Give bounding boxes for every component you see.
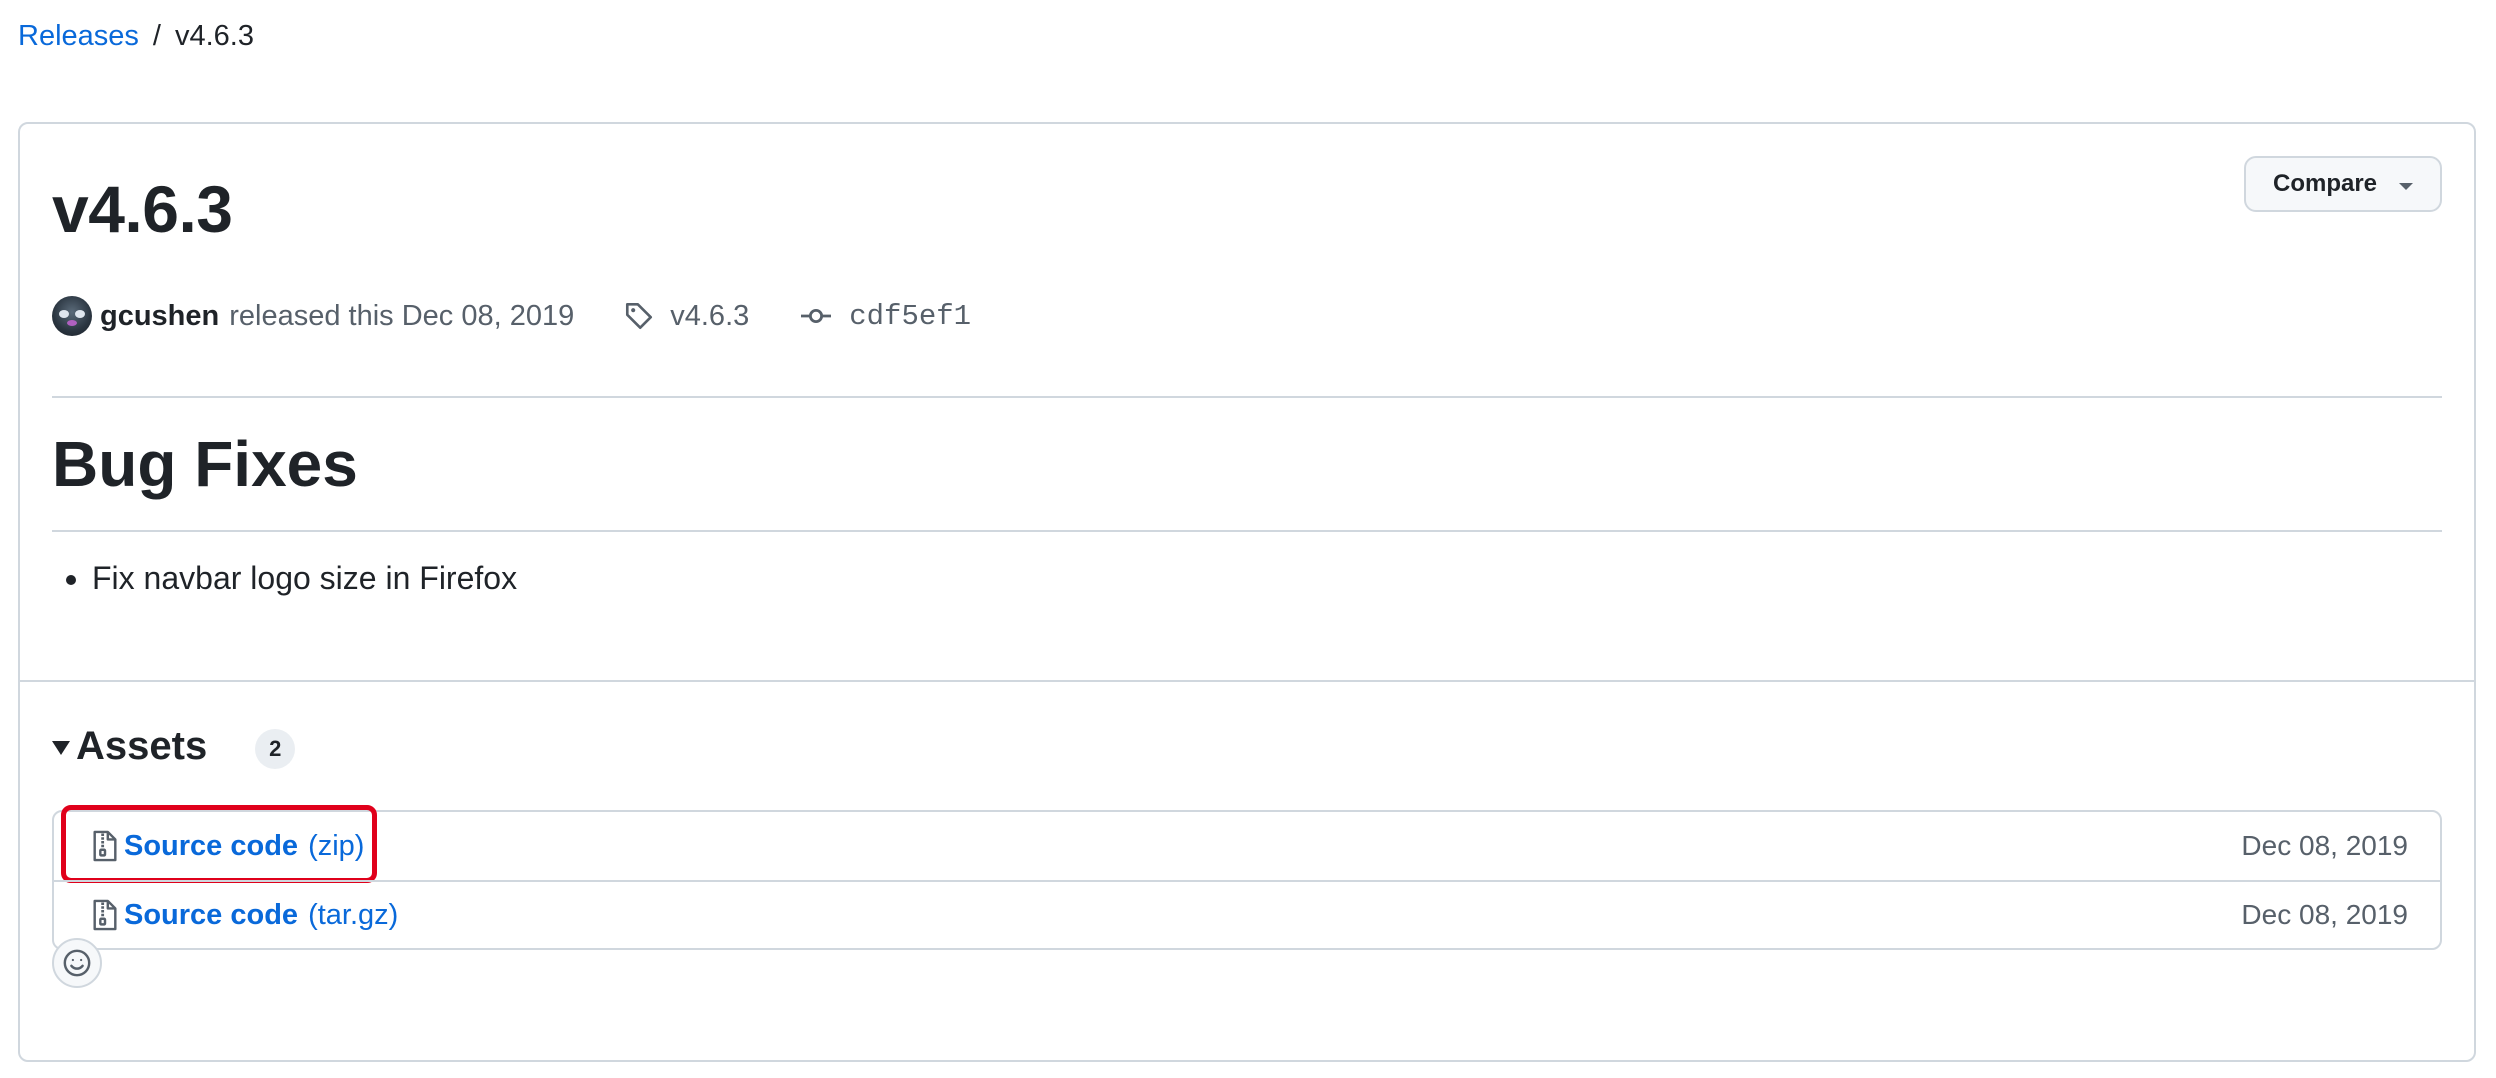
commit-icon xyxy=(799,301,833,331)
release-meta: gcushen released this Dec 08, 2019 v4.6.… xyxy=(52,292,971,340)
breadcrumb-releases-link[interactable]: Releases xyxy=(18,14,139,58)
tag-link[interactable]: v4.6.3 xyxy=(624,300,749,333)
compare-button-label: Compare xyxy=(2272,170,2378,197)
assets-list: Source code (zip) Dec 08, 2019 Source co… xyxy=(52,805,2442,950)
assets-count-badge: 2 xyxy=(255,729,296,769)
asset-row-targz: Source code (tar.gz) Dec 08, 2019 xyxy=(54,880,2440,948)
notes-heading: Bug Fixes xyxy=(52,428,358,500)
assets-toggle[interactable]: Assets 2 xyxy=(52,718,296,774)
file-zip-icon xyxy=(90,898,120,932)
source-code-zip-link[interactable]: Source code (zip) xyxy=(90,829,364,863)
breadcrumb-separator: / xyxy=(152,20,161,52)
caret-down-icon xyxy=(2399,182,2414,190)
asset-name: Source code xyxy=(124,898,299,931)
tag-label: v4.6.3 xyxy=(670,299,750,332)
asset-date: Dec 08, 2019 xyxy=(2241,899,2408,930)
asset-row-zip: Source code (zip) Dec 08, 2019 xyxy=(54,805,2440,883)
commit-link[interactable]: cdf5ef1 xyxy=(799,300,971,333)
release-body: v4.6.3 Compare gcushen released this Dec… xyxy=(20,124,2474,682)
released-date-text: released this Dec 08, 2019 xyxy=(229,299,575,332)
asset-date: Dec 08, 2019 xyxy=(2241,830,2408,861)
triangle-down-icon xyxy=(52,741,70,755)
add-reaction-button[interactable] xyxy=(52,938,102,988)
author-link[interactable]: gcushen xyxy=(100,300,219,333)
breadcrumb: Releases / v4.6.3 xyxy=(18,14,254,58)
heading-divider xyxy=(52,530,2442,532)
notes-list: Fix navbar logo size in Firefox xyxy=(52,554,517,602)
meta-divider xyxy=(52,396,2442,398)
compare-button[interactable]: Compare xyxy=(2244,156,2442,212)
asset-name: Source code xyxy=(124,829,299,862)
release-card: v4.6.3 Compare gcushen released this Dec… xyxy=(18,122,2476,1062)
asset-ext: (zip) xyxy=(308,829,365,862)
list-item: Fix navbar logo size in Firefox xyxy=(92,554,517,602)
breadcrumb-current: v4.6.3 xyxy=(174,20,254,52)
assets-title: Assets xyxy=(76,724,208,768)
asset-ext: (tar.gz) xyxy=(308,898,399,931)
source-code-targz-link[interactable]: Source code (tar.gz) xyxy=(90,898,398,932)
release-title: v4.6.3 xyxy=(52,172,233,246)
file-zip-icon xyxy=(90,829,120,863)
avatar[interactable] xyxy=(52,296,92,336)
tag-icon xyxy=(624,301,654,331)
commit-sha: cdf5ef1 xyxy=(849,299,972,333)
smiley-icon xyxy=(62,948,92,978)
